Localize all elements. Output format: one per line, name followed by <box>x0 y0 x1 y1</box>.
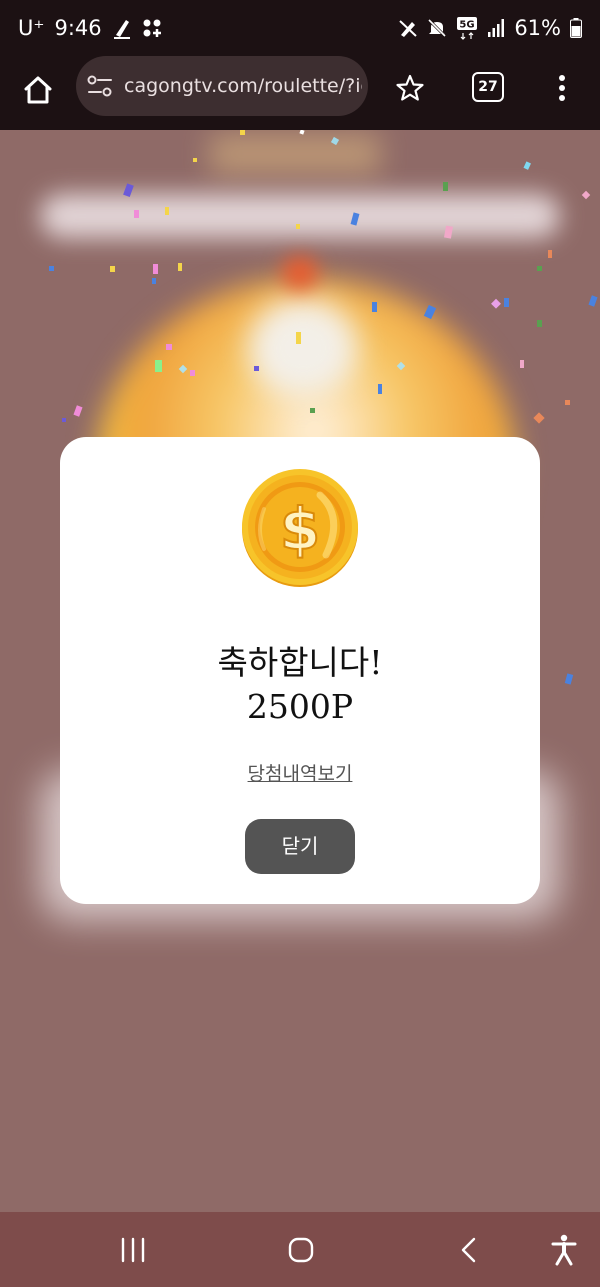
status-right: 5G 61% <box>398 14 582 42</box>
popup-title: 축하합니다! <box>217 643 383 682</box>
site-settings-icon[interactable] <box>86 72 114 100</box>
home-button-icon[interactable] <box>279 1228 323 1272</box>
status-left: U⁺ 9:46 <box>18 14 162 42</box>
back-icon[interactable] <box>447 1228 491 1272</box>
address-bar[interactable]: cagongtv.com/roulette/?ic <box>76 56 368 116</box>
tab-switcher[interactable]: 27 <box>472 72 504 102</box>
clock-time: 9:46 <box>54 16 102 40</box>
status-bar: U⁺ 9:46 5G 61% <box>0 0 600 56</box>
close-button[interactable]: 닫기 <box>245 819 355 874</box>
pen-app-icon <box>112 17 132 39</box>
home-icon[interactable] <box>16 68 60 112</box>
grid-app-icon <box>142 18 162 38</box>
browser-toolbar: cagongtv.com/roulette/?ic 27 <box>0 56 600 130</box>
carrier-label: U⁺ <box>18 16 45 40</box>
mute-icon <box>427 18 447 38</box>
system-nav-bar <box>0 1212 600 1287</box>
recent-apps-icon[interactable] <box>111 1228 155 1272</box>
accessibility-icon[interactable] <box>542 1228 586 1272</box>
reward-popup: $ 축하합니다! 2500P 당첨내역보기 닫기 <box>60 437 540 904</box>
star-icon[interactable] <box>390 68 430 108</box>
battery-icon <box>570 18 582 38</box>
svg-text:$: $ <box>280 495 320 563</box>
5g-icon: 5G <box>456 16 478 40</box>
more-menu-icon[interactable] <box>548 68 576 108</box>
url-text[interactable]: cagongtv.com/roulette/?ic <box>124 72 362 100</box>
history-link[interactable]: 당첨내역보기 <box>230 761 370 787</box>
reward-points: 2500P <box>246 687 354 726</box>
signal-icon <box>487 18 505 38</box>
battery-percent: 61% <box>514 16 561 40</box>
5g-label: 5G <box>460 20 475 31</box>
dollar-coin-icon: $ <box>240 467 360 589</box>
pen-off-icon <box>398 18 418 38</box>
